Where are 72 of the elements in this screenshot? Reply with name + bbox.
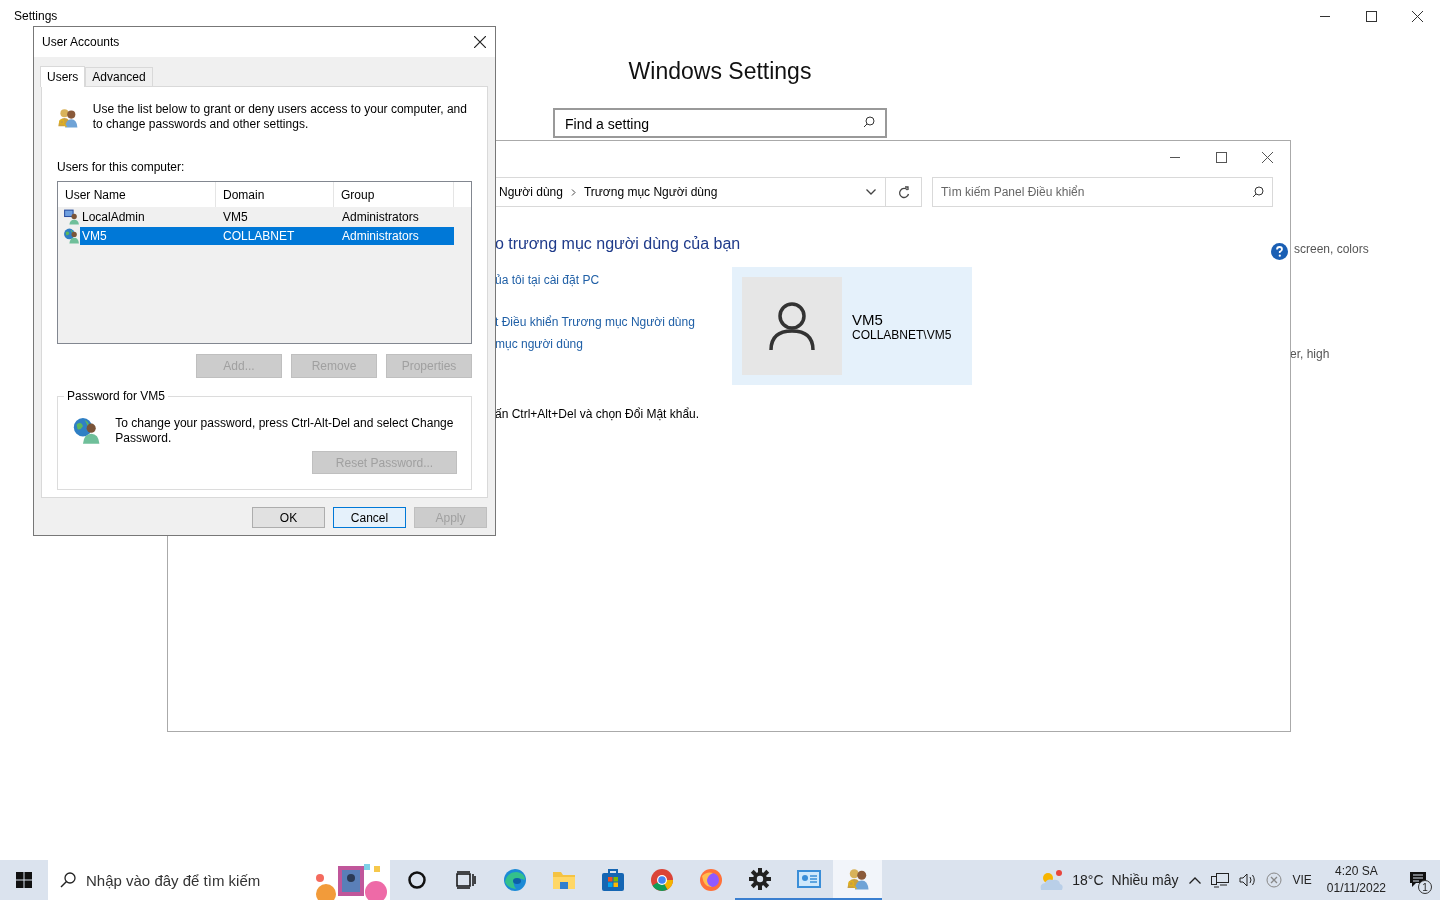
tab[interactable]: Users <box>40 66 86 87</box>
settings-link[interactable]: ủa tôi tại cài đặt PC <box>495 273 732 287</box>
search-field[interactable]: Nhập vào đây để tìm kiếm <box>48 860 390 900</box>
tab[interactable]: Advanced <box>85 67 153 86</box>
control-panel-icon <box>795 868 822 890</box>
network-icon <box>1211 872 1230 888</box>
list-label: Users for this computer: <box>57 160 186 174</box>
dialog-button[interactable]: Cancel <box>333 507 406 528</box>
minimize-icon <box>1170 156 1180 158</box>
dropdown-icon <box>866 189 876 195</box>
refresh-button[interactable] <box>886 177 922 207</box>
list-row[interactable]: VM5 COLLABNET Administrators <box>80 226 454 245</box>
password-text: To change your password, press Ctrl-Alt-Del and select Change Password. <box>115 415 455 447</box>
dialog-button[interactable]: OK <box>252 507 325 528</box>
column-header[interactable]: User Name <box>58 182 216 207</box>
help-icon[interactable] <box>1271 243 1288 260</box>
weather-icon <box>1038 869 1065 891</box>
browser-icon <box>502 868 527 892</box>
intro-text: Use the list below to grant or deny users access to your computer, and to change passwords and other settings. <box>92 101 468 132</box>
windows-icon <box>16 872 32 888</box>
chevron-icon <box>570 188 576 196</box>
search-icon <box>863 116 875 128</box>
circle-icon <box>407 871 426 889</box>
password-note: ấn Ctrl+Alt+Del và chọn Đổi Mật khẩu. <box>495 407 701 421</box>
close-icon <box>1261 151 1273 163</box>
notifications-button[interactable]: 1 <box>1396 860 1440 900</box>
list-cell-text: LocalAdmin <box>81 208 146 226</box>
list-cell-text: VM5 <box>222 208 249 226</box>
globe-user-icon <box>63 227 80 244</box>
search-field[interactable]: Find a setting <box>553 108 887 138</box>
maximize-icon <box>1215 151 1227 163</box>
caret-icon <box>1189 876 1202 884</box>
list-cell-text: Administrators <box>341 227 420 245</box>
page-heading: Windows Settings <box>628 58 812 85</box>
address-bar[interactable]: Người dùng Trương mục Người dùng <box>495 177 886 207</box>
account-name: VM5 <box>852 310 884 328</box>
computer-user-icon <box>63 208 80 225</box>
weather-button[interactable]: 18°C Nhiều mây <box>1032 860 1185 900</box>
store-icon <box>600 868 625 892</box>
task-view-icon <box>455 871 476 889</box>
account-full-name: COLLABNET\VM5 <box>852 327 952 342</box>
maximize-icon <box>1365 10 1377 22</box>
column-header[interactable]: Group <box>334 182 454 207</box>
window-title: Settings <box>14 9 58 23</box>
list-row[interactable]: LocalAdmin VM5 Administrators <box>80 207 454 226</box>
language-indicator[interactable]: VIE <box>1287 860 1317 900</box>
close-icon <box>474 36 486 48</box>
search-field[interactable]: Tìm kiếm Panel Điều khiển <box>932 177 1273 207</box>
section-heading: o trương mục người dùng của bạn <box>495 235 741 253</box>
search-icon <box>60 872 76 888</box>
close-circle-icon <box>1266 872 1283 888</box>
minimize-icon <box>1320 15 1330 17</box>
dialog-title: User Accounts <box>42 35 120 49</box>
users-icon <box>845 867 870 891</box>
browser-icon <box>698 868 723 892</box>
list-cell-text: Administrators <box>341 208 420 226</box>
folder-icon <box>551 870 576 890</box>
setting-description: screen, colors <box>1294 242 1369 256</box>
column-header[interactable]: Domain <box>216 182 334 207</box>
list-cell-text: VM5 <box>81 227 108 245</box>
account-link[interactable]: mục người dùng <box>495 337 732 351</box>
speaker-icon <box>1239 873 1257 887</box>
person-icon <box>769 301 815 351</box>
gear-icon <box>748 868 771 890</box>
clock[interactable]: 4:20 SA 01/11/2022 <box>1316 860 1396 900</box>
search-icon <box>1252 186 1264 198</box>
group-title: Password for VM5 <box>64 389 169 403</box>
setting-description: er, high <box>1290 347 1330 361</box>
list-cell-text: COLLABNET <box>222 227 296 245</box>
refresh-icon <box>897 185 910 199</box>
browser-icon <box>649 868 674 892</box>
close-icon <box>1411 10 1423 22</box>
